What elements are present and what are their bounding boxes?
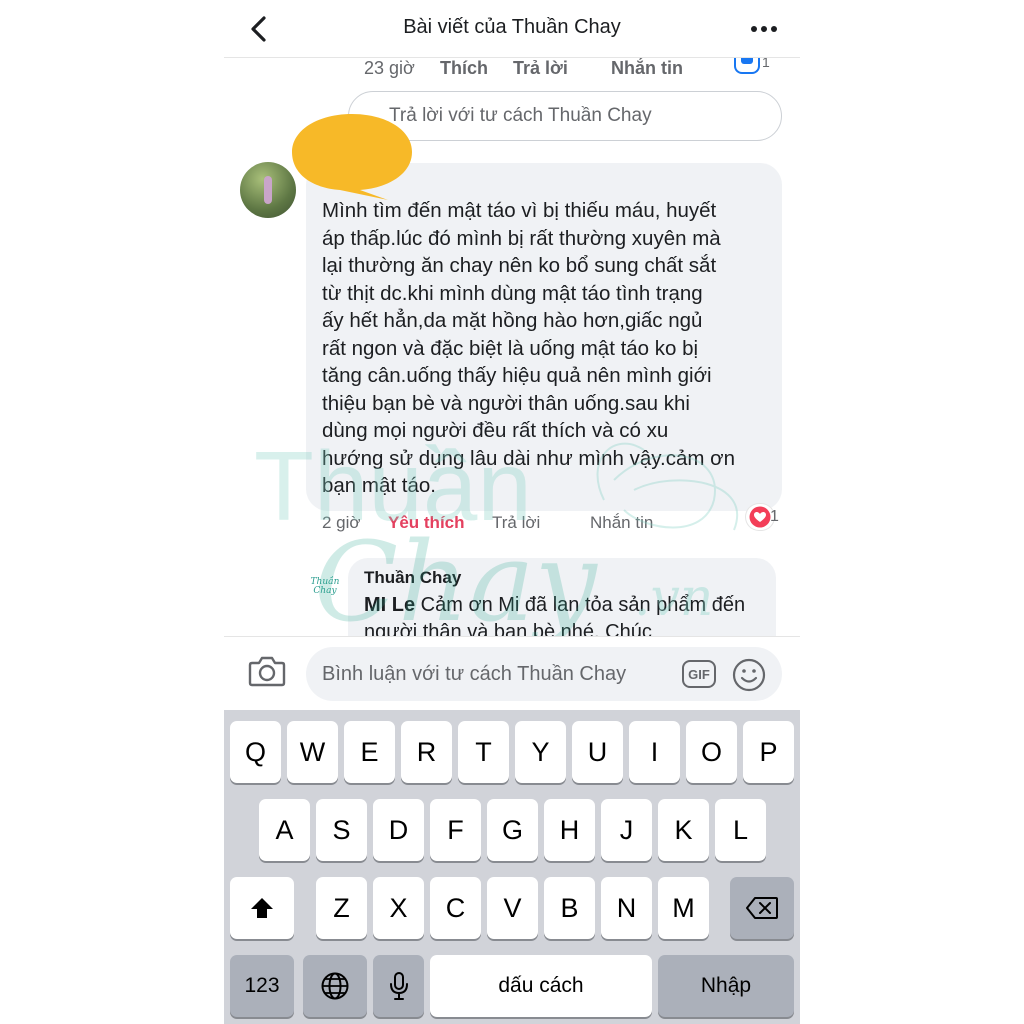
key-z[interactable]: Z <box>316 877 367 939</box>
key-h[interactable]: H <box>544 799 595 861</box>
previous-message-button[interactable]: Nhắn tin <box>611 58 683 79</box>
comment-placeholder: Bình luận với tư cách Thuần Chay <box>322 663 627 685</box>
reply-placeholder: Trả lời với tư cách Thuần Chay <box>389 105 652 126</box>
emoji-button[interactable] <box>732 658 766 692</box>
shift-key[interactable] <box>230 877 294 939</box>
key-k[interactable]: K <box>658 799 709 861</box>
globe-icon <box>321 972 349 1000</box>
key-e[interactable]: E <box>344 721 395 783</box>
key-t[interactable]: T <box>458 721 509 783</box>
key-n[interactable]: N <box>601 877 652 939</box>
key-m[interactable]: M <box>658 877 709 939</box>
previous-like-button[interactable]: Thích <box>440 58 488 79</box>
smiley-icon <box>732 658 766 692</box>
comment-time: 2 giờ <box>322 513 361 532</box>
key-g[interactable]: G <box>487 799 538 861</box>
backspace-key[interactable] <box>730 877 794 939</box>
more-options-button[interactable] <box>746 14 782 44</box>
reaction-count: 1 <box>770 508 779 525</box>
on-screen-keyboard: Q W E R T Y U I O P A S D F G H J K L Z … <box>224 710 800 1024</box>
screen: Bài viết của Thuần Chay 23 giờ Thích Trả… <box>224 0 800 1024</box>
love-reaction-button[interactable]: Yêu thích <box>388 513 465 533</box>
microphone-key[interactable] <box>373 955 424 1017</box>
return-key[interactable]: Nhập <box>658 955 794 1017</box>
key-v[interactable]: V <box>487 877 538 939</box>
key-f[interactable]: F <box>430 799 481 861</box>
key-y[interactable]: Y <box>515 721 566 783</box>
mention-link[interactable]: MI Le <box>364 594 415 616</box>
gif-button[interactable]: GIF <box>682 660 716 688</box>
comment-text: Mình tìm đến mật táo vì bị thiếu máu, hu… <box>322 199 735 497</box>
message-button[interactable]: Nhắn tin <box>590 513 653 533</box>
dot-icon <box>751 26 757 32</box>
key-a[interactable]: A <box>259 799 310 861</box>
key-o[interactable]: O <box>686 721 737 783</box>
comment-actions: 2 giờ Yêu thích Trả lời Nhắn tin <box>224 513 800 537</box>
top-bar: Bài viết của Thuần Chay <box>224 0 800 58</box>
space-key[interactable]: dấu cách <box>430 955 652 1017</box>
numbers-key[interactable]: 123 <box>230 955 294 1017</box>
globe-key[interactable] <box>303 955 367 1017</box>
comment-input[interactable]: Bình luận với tư cách Thuần Chay GIF <box>306 647 782 701</box>
previous-comment-time: 23 giờ <box>364 58 415 78</box>
key-x[interactable]: X <box>373 877 424 939</box>
camera-icon <box>248 656 286 687</box>
shift-arrow-icon <box>251 898 273 918</box>
key-s[interactable]: S <box>316 799 367 861</box>
key-l[interactable]: L <box>715 799 766 861</box>
dot-icon <box>761 26 767 32</box>
dot-icon <box>771 26 777 32</box>
key-b[interactable]: B <box>544 877 595 939</box>
microphone-icon <box>389 972 408 1000</box>
key-w[interactable]: W <box>287 721 338 783</box>
camera-button[interactable] <box>248 655 290 695</box>
speech-bubble-sticker-icon <box>292 114 412 200</box>
page-reply-author[interactable]: Thuần Chay <box>364 568 760 588</box>
key-d[interactable]: D <box>373 799 424 861</box>
comment-composer: Bình luận với tư cách Thuần Chay GIF <box>224 636 800 710</box>
key-u[interactable]: U <box>572 721 623 783</box>
key-c[interactable]: C <box>430 877 481 939</box>
heart-icon <box>749 506 771 528</box>
key-r[interactable]: R <box>401 721 452 783</box>
comment-bubble: Mình tìm đến mật táo vì bị thiếu máu, hu… <box>306 163 782 511</box>
key-p[interactable]: P <box>743 721 794 783</box>
key-i[interactable]: I <box>629 721 680 783</box>
page-title: Bài viết của Thuần Chay <box>403 16 621 38</box>
reply-button[interactable]: Trả lời <box>492 513 540 533</box>
page-avatar[interactable]: Thuần Chay <box>304 566 346 608</box>
key-j[interactable]: J <box>601 799 652 861</box>
backspace-icon <box>746 897 778 919</box>
previous-reply-button[interactable]: Trả lời <box>513 58 568 79</box>
page-logo: Thuần Chay <box>310 577 340 596</box>
key-q[interactable]: Q <box>230 721 281 783</box>
